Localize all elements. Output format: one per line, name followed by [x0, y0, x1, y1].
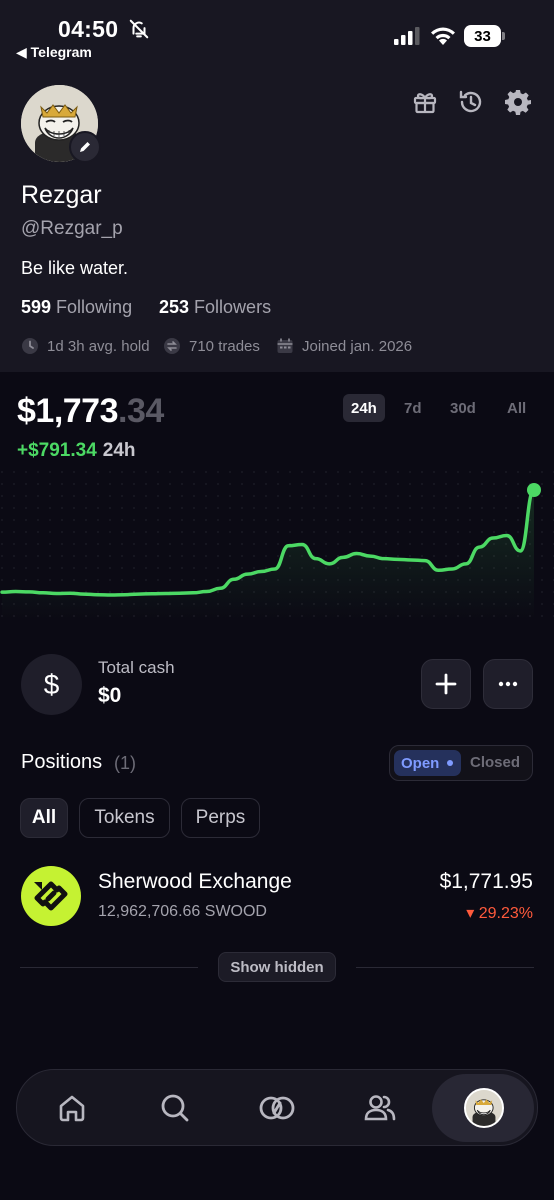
closed-tab[interactable]: Closed [470, 754, 520, 771]
filter-all[interactable]: All [20, 798, 68, 838]
filter-perps[interactable]: Perps [181, 798, 260, 838]
open-tab[interactable]: Open [394, 750, 461, 776]
open-tab-label: Open [401, 754, 440, 772]
positions-count: (1) [114, 753, 136, 773]
battery-nub [502, 32, 505, 40]
range-all[interactable]: All [499, 394, 534, 422]
sherwood-token-logo [21, 866, 81, 926]
positions-status-toggle: Open Closed [389, 745, 533, 781]
balance-main: $1,773 [17, 392, 119, 430]
position-change: ▾ 29.23% [466, 905, 533, 922]
wifi-icon [431, 27, 455, 45]
battery-level: 33 [464, 25, 501, 47]
following-label: Following [56, 297, 133, 317]
nav-trade[interactable] [257, 1088, 297, 1128]
nav-search[interactable] [155, 1088, 195, 1128]
range-7d[interactable]: 7d [396, 394, 430, 422]
position-name[interactable]: Sherwood Exchange [98, 870, 292, 894]
back-to-telegram-link[interactable]: ◀ Telegram [16, 44, 92, 61]
trade-icon [259, 1096, 295, 1120]
position-amount: 12,962,706.66 SWOOD [98, 903, 267, 920]
settings-icon[interactable] [504, 88, 532, 116]
swap-icon [164, 338, 180, 354]
plus-icon [435, 673, 457, 695]
home-icon [59, 1095, 85, 1122]
more-options-button[interactable] [483, 659, 533, 709]
total-cash-value: $0 [98, 684, 122, 707]
search-icon [161, 1094, 189, 1122]
change-period: 24h [102, 440, 136, 461]
pencil-icon [80, 142, 90, 152]
signal-icon [394, 27, 420, 45]
calendar-icon [277, 338, 293, 353]
divider-left [20, 967, 198, 968]
range-24h[interactable]: 24h [343, 394, 385, 422]
followers-count: 253 [159, 297, 190, 317]
add-cash-button[interactable] [421, 659, 471, 709]
open-indicator-dot [447, 760, 454, 766]
following-link[interactable]: 599 Following [21, 297, 132, 318]
divider-right [356, 967, 534, 968]
positions-title: Positions [21, 751, 103, 773]
bottom-nav-bar [16, 1069, 538, 1146]
edit-profile-button[interactable] [69, 131, 101, 163]
following-count: 599 [21, 297, 52, 317]
battery-indicator: 33 [464, 25, 506, 47]
joined-text: Joined jan. 2026 [302, 337, 413, 355]
portfolio-balance: $1,773.34 [17, 392, 164, 431]
profile-handle: @Rezgar_p [21, 218, 123, 239]
portfolio-chart [0, 470, 554, 620]
bell-muted-icon [129, 19, 149, 39]
gift-icon[interactable] [411, 88, 439, 116]
chart-current-point [527, 483, 541, 497]
filter-tokens[interactable]: Tokens [79, 798, 170, 838]
range-30d[interactable]: 30d [442, 394, 484, 422]
total-cash-label: Total cash [98, 658, 175, 677]
sherwood-logo-icon [34, 881, 68, 911]
balance-cents: .34 [118, 392, 164, 430]
profile-name: Rezgar [21, 181, 102, 209]
profile-bio: Be like water. [21, 258, 129, 278]
history-icon[interactable] [457, 88, 485, 116]
trades-text: 710 trades [189, 337, 260, 355]
more-icon [498, 681, 518, 687]
status-time: 04:50 [58, 16, 119, 42]
balance-change: +$791.34 24h [17, 440, 136, 462]
nav-profile-avatar[interactable] [464, 1088, 504, 1128]
trollface-crown-image [466, 1090, 502, 1126]
position-value: $1,771.95 [439, 870, 533, 893]
change-amount: +$791.34 [17, 440, 97, 461]
nav-home[interactable] [52, 1088, 92, 1128]
avg-hold-stat: 1d 3h avg. hold [21, 337, 150, 355]
clock-icon [22, 338, 38, 354]
avg-hold-text: 1d 3h avg. hold [47, 337, 150, 355]
followers-link[interactable]: 253 Followers [159, 297, 271, 318]
nav-community[interactable] [360, 1088, 400, 1128]
dollar-icon: $ [21, 654, 82, 715]
trades-stat: 710 trades [163, 337, 260, 355]
community-icon [364, 1095, 396, 1121]
followers-label: Followers [194, 297, 272, 317]
joined-stat: Joined jan. 2026 [276, 337, 412, 355]
show-hidden-button[interactable]: Show hidden [218, 952, 336, 982]
